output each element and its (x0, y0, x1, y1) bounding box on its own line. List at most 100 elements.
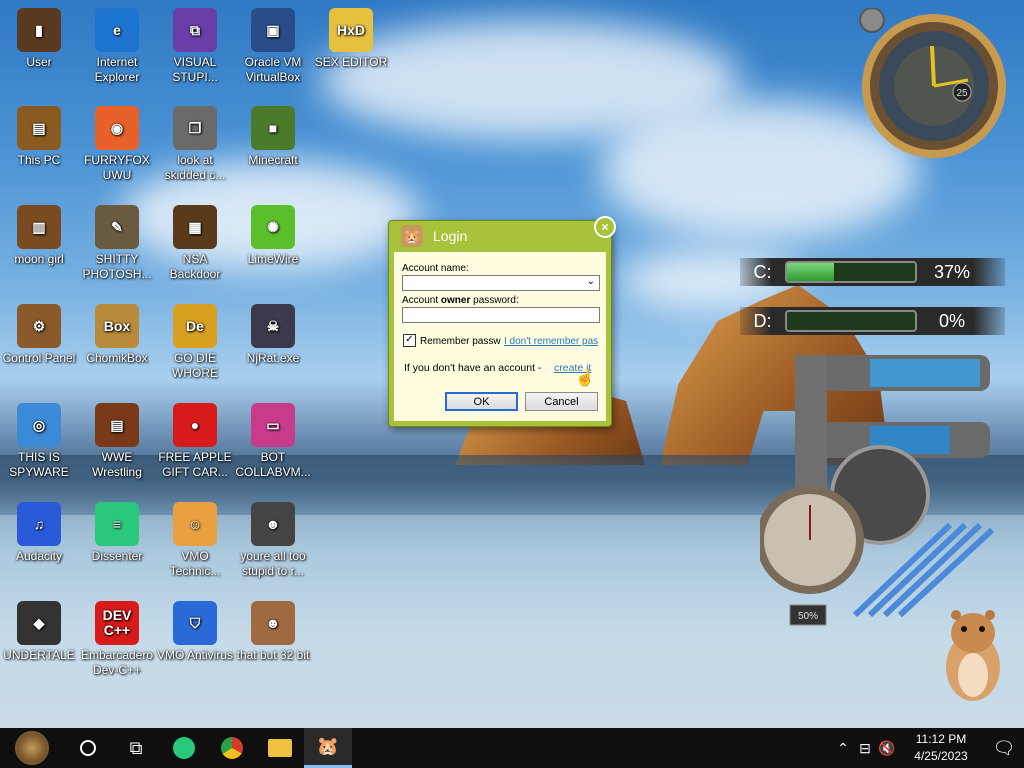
steampunk-clock-gadget[interactable]: 25 (852, 8, 1012, 158)
desktop-icon[interactable]: ✎ SHITTY PHOTOSH... (78, 205, 156, 282)
desktop-icon[interactable]: De GO DIE WHORE (156, 304, 234, 381)
desktop-icon[interactable]: ❐ look at skidded c... (156, 106, 234, 183)
cancel-button[interactable]: Cancel (525, 392, 598, 411)
desktop-icon[interactable]: ◉ FURRYFOX UWU (78, 106, 156, 183)
desktop-icon[interactable]: ◎ THIS IS SPYWARE (0, 403, 78, 480)
desktop-icon-label: Control Panel (2, 351, 76, 365)
account-name-combobox[interactable]: ⌄ (402, 275, 600, 291)
desktop-icon-label: moon girl (14, 252, 64, 266)
desktop-icon-label: youre all too stupid to r... (240, 549, 306, 578)
desktop-icon[interactable]: ☺ VMO Technic... (156, 502, 234, 579)
drive-d-meter[interactable]: D: 0% (740, 307, 1005, 335)
system-tray: ⌃ ⊟ 🔇 11:12 PM 4/25/2023 🗨 (832, 728, 1024, 768)
desktop-icon[interactable]: ▤ This PC (0, 106, 78, 168)
taskbar: ⧉ 🐹 ⌃ ⊟ 🔇 11:12 PM 4/25/2023 🗨 (0, 728, 1024, 768)
app-icon: ▭ (251, 403, 295, 447)
desktop-icon-label: Oracle VM VirtualBox (244, 55, 302, 84)
login-title: Login (433, 228, 468, 244)
desktop-icon[interactable]: ☠ NjRat.exe (234, 304, 312, 366)
desktop-icon[interactable]: ♫ Audacity (0, 502, 78, 564)
desktop-icon[interactable]: ✺ LimeWire (234, 205, 312, 267)
desktop-icon-label: ChomikBox (86, 351, 148, 365)
clock-date-number: 25 (956, 88, 968, 99)
hamster-image[interactable] (942, 605, 1004, 705)
desktop-icon[interactable]: ◆ UNDERTALE (0, 601, 78, 663)
desktop-icon[interactable]: ▦ NSA Backdoor (156, 205, 234, 282)
desktop-icon-label: SHITTY PHOTOSH... (82, 252, 152, 281)
remember-checkbox[interactable]: ✓ (403, 334, 416, 347)
desktop-icon-label: UNDERTALE (3, 648, 75, 662)
chevron-up-icon[interactable]: ⌃ (832, 740, 854, 757)
task-view-button[interactable]: ⧉ (112, 728, 160, 768)
desktop-icon[interactable]: ⧉ VISUAL STUPI... (156, 8, 234, 85)
chrome-icon (221, 737, 243, 759)
desktop-icon-label: GO DIE WHORE (172, 351, 218, 380)
desktop-icon-label: VMO Technic... (169, 549, 221, 578)
desktop-icon[interactable]: ▥ moon girl (0, 205, 78, 267)
app-icon: HxD (329, 8, 373, 52)
app-icon: Box (95, 304, 139, 348)
taskbar-chrome[interactable] (208, 728, 256, 768)
app-icon: ◉ (95, 106, 139, 150)
desktop-icon[interactable]: ☻ youre all too stupid to r... (234, 502, 312, 579)
desktop-icon-label: LimeWire (247, 252, 299, 266)
app-icon: De (173, 304, 217, 348)
app-icon: ☠ (251, 304, 295, 348)
password-field[interactable] (402, 307, 600, 323)
steampunk-start-icon (15, 731, 49, 765)
desktop-icon[interactable]: ⛉ VMO Antivirus (156, 601, 234, 663)
desktop-icon-label: Minecraft (248, 153, 298, 167)
volume-muted-icon[interactable]: 🔇 (876, 740, 898, 757)
login-dialog[interactable]: 🐹 Login × Account name: ⌄ Account owner … (388, 216, 616, 427)
desktop-icon[interactable]: ■ Minecraft (234, 106, 312, 168)
desktop-icon[interactable]: DEV C++ Embarcadero Dev-C++ (78, 601, 156, 678)
desktop-icon-label: BOT COLLABVM... (235, 450, 311, 479)
forgot-password-link[interactable]: I don't remember pas (504, 336, 598, 347)
pipes-gauge-gadget[interactable]: 50% (760, 350, 1000, 640)
taskbar-login-app[interactable]: 🐹 (304, 728, 352, 768)
app-icon: ● (173, 403, 217, 447)
drive-fill (787, 263, 835, 281)
taskbar-date: 4/25/2023 (914, 749, 968, 763)
drive-bar (785, 310, 917, 332)
chevron-down-icon[interactable]: ⌄ (587, 276, 595, 287)
drive-c-meter[interactable]: C: 37% (740, 258, 1005, 286)
app-icon: ✎ (95, 205, 139, 249)
desktop-icon[interactable]: e Internet Explorer (78, 8, 156, 85)
app-icon: ▤ (17, 106, 61, 150)
task-view-icon: ⧉ (129, 737, 143, 758)
desktop-icon[interactable]: ≡ Dissenter (78, 502, 156, 564)
dissenter-icon (173, 737, 195, 759)
search-circle-icon (80, 740, 96, 756)
desktop-icon[interactable]: HxD SEX EDITOR (312, 8, 390, 70)
desktop-icon[interactable]: Box ChomikBox (78, 304, 156, 366)
taskbar-clock[interactable]: 11:12 PM 4/25/2023 (906, 731, 976, 765)
start-button[interactable] (0, 728, 64, 768)
login-titlebar[interactable]: 🐹 Login (389, 221, 611, 251)
desktop-icon-label: WWE Wrestling (92, 450, 142, 479)
desktop-icon-label: User (26, 55, 52, 69)
drive-percent: 37% (933, 261, 971, 282)
desktop-icon[interactable]: ▮ User (0, 8, 78, 70)
desktop-icon[interactable]: ▭ BOT COLLABVM... (234, 403, 312, 480)
notifications-icon[interactable]: 🗨 (984, 738, 1024, 759)
app-icon: ☻ (251, 601, 295, 645)
app-icon: ▣ (251, 8, 295, 52)
desktop-icon[interactable]: ☻ that but 32 bit (234, 601, 312, 663)
app-icon: ≡ (95, 502, 139, 546)
desktop-icon-label: Internet Explorer (94, 55, 140, 84)
remember-label: Remember passw (420, 336, 501, 347)
network-icon[interactable]: ⊟ (854, 740, 876, 757)
desktop-icon[interactable]: ● FREE APPLE GIFT CAR... (156, 403, 234, 480)
search-button[interactable] (64, 728, 112, 768)
taskbar-dissenter[interactable] (160, 728, 208, 768)
desktop-icon[interactable]: ⚙ Control Panel (0, 304, 78, 366)
desktop-icon[interactable]: ▤ WWE Wrestling (78, 403, 156, 480)
taskbar-file-explorer[interactable] (256, 728, 304, 768)
close-icon[interactable]: × (594, 216, 616, 238)
app-icon: ☺ (173, 502, 217, 546)
app-icon: ⛉ (173, 601, 217, 645)
ok-button[interactable]: OK (445, 392, 518, 411)
desktop-icon[interactable]: ▣ Oracle VM VirtualBox (234, 8, 312, 85)
desktop-icon-label: that but 32 bit (236, 648, 310, 662)
